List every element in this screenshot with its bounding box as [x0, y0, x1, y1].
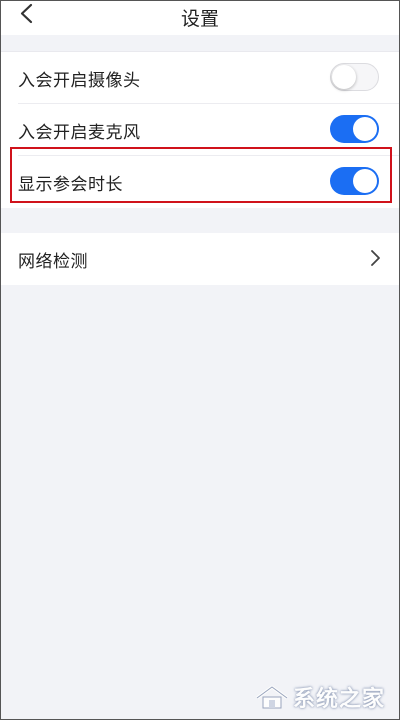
camera-toggle[interactable]: [330, 63, 379, 91]
network-test-label: 网络检测: [18, 252, 88, 272]
watermark-text: 系统之家: [292, 687, 385, 712]
settings-group-network: 网络检测: [1, 233, 399, 285]
camera-setting-label: 入会开启摄像头: [18, 71, 141, 91]
toggle-knob: [353, 169, 377, 193]
meeting-duration-toggle[interactable]: [330, 167, 379, 195]
house-logo-icon: [256, 685, 288, 709]
network-test-row[interactable]: 网络检测: [1, 233, 399, 285]
setting-row-meeting-duration: 显示参会时长: [1, 156, 399, 208]
setting-row-microphone: 入会开启麦克风: [1, 104, 399, 156]
setting-row-camera: 入会开启摄像头: [1, 52, 399, 104]
meeting-duration-setting-label: 显示参会时长: [18, 175, 123, 195]
settings-group-join: 入会开启摄像头 入会开启麦克风 显示参会时长: [1, 51, 399, 208]
chevron-right-icon: [371, 250, 380, 266]
page-title: 设置: [180, 8, 219, 30]
toggle-knob: [332, 65, 356, 89]
microphone-setting-label: 入会开启麦克风: [18, 123, 141, 143]
header-bar: 设置: [1, 1, 399, 35]
watermark: 系统之家: [255, 683, 385, 712]
toggle-knob: [353, 117, 377, 141]
microphone-toggle[interactable]: [330, 115, 379, 143]
settings-screen: 设置 入会开启摄像头 入会开启麦克风 显示参会时长 网络检测 系统之家: [0, 0, 400, 720]
